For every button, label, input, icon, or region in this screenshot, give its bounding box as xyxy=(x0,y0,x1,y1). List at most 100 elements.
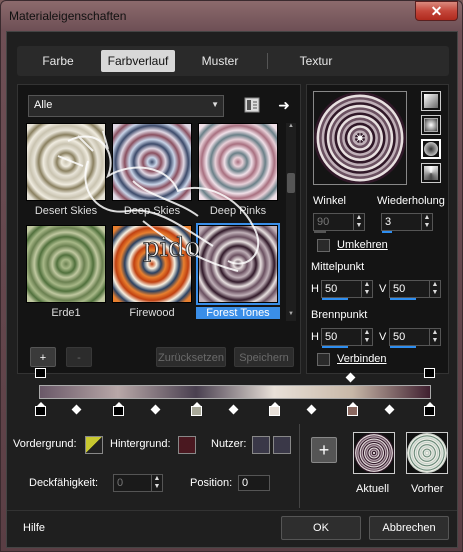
list-view-icon[interactable] xyxy=(244,97,260,113)
cancel-button[interactable]: Abbrechen xyxy=(369,516,449,540)
ok-button[interactable]: OK xyxy=(281,516,361,540)
tab-divider xyxy=(267,53,268,69)
brenn-v-slider[interactable] xyxy=(390,346,416,348)
color-stop[interactable] xyxy=(191,402,202,416)
mittel-v-slider[interactable] xyxy=(390,298,416,300)
rectangular-style-icon[interactable] xyxy=(421,115,441,135)
mittel-h-stepper[interactable]: 50 ▲ ▼ xyxy=(321,280,373,300)
winkel-value: 90 xyxy=(317,216,330,228)
color-midpoint[interactable] xyxy=(228,404,239,415)
opacity-stop-start[interactable] xyxy=(35,368,46,382)
background-swatch[interactable] xyxy=(178,436,196,454)
mittel-h-slider[interactable] xyxy=(322,298,348,300)
brenn-h-value: 50 xyxy=(325,331,338,343)
deckfahigkeit-label: Deckfähigkeit: xyxy=(29,477,99,489)
tab-textur[interactable]: Textur xyxy=(279,50,353,72)
save-gradient-button[interactable]: Speichern xyxy=(234,347,294,367)
spin-arrows-icon[interactable]: ▲ ▼ xyxy=(361,281,372,297)
winkel-label: Winkel xyxy=(313,195,347,207)
color-midpoint[interactable] xyxy=(150,404,161,415)
close-button[interactable]: ✕ xyxy=(415,1,458,21)
opacity-stop-end[interactable] xyxy=(424,368,435,382)
brenn-h-label: H xyxy=(311,331,319,343)
color-midpoint[interactable] xyxy=(384,404,395,415)
color-stop[interactable] xyxy=(113,402,124,416)
gradient-thumbnail-label: Forest Tones xyxy=(196,307,280,319)
spin-arrows-icon[interactable]: ▲ ▼ xyxy=(429,281,440,297)
mittel-v-label: V xyxy=(379,283,387,295)
dialog-client: Farbe Farbverlauf Muster Textur Alle ▼ ➜… xyxy=(6,31,458,548)
color-midpoint[interactable] xyxy=(306,404,317,415)
brenn-h-stepper[interactable]: 50 ▲ ▼ xyxy=(321,328,373,348)
wiederholung-value: 3 xyxy=(385,216,392,228)
title-bar[interactable]: Materialeigenschaften ✕ xyxy=(1,1,463,31)
wiederholung-slider[interactable] xyxy=(382,231,392,233)
add-to-swatches-button[interactable]: + xyxy=(311,437,337,463)
color-stop[interactable] xyxy=(35,402,46,416)
tab-muster[interactable]: Muster xyxy=(183,50,257,72)
wiederholung-stepper[interactable]: 3 ▲ ▼ xyxy=(381,213,433,233)
foreground-swatch[interactable] xyxy=(85,436,103,454)
deckfahigkeit-value: 0 xyxy=(117,477,124,489)
spin-arrows-icon[interactable]: ▲ ▼ xyxy=(421,214,432,230)
opacity-midpoint[interactable] xyxy=(345,372,356,383)
tab-strip: Farbe Farbverlauf Muster Textur xyxy=(17,46,449,76)
user-swatch-2[interactable] xyxy=(273,436,291,454)
user-swatch[interactable] xyxy=(252,436,270,454)
gradient-bar[interactable] xyxy=(39,385,431,399)
previous-preview[interactable] xyxy=(406,432,448,474)
gradient-ring xyxy=(372,451,376,455)
position-label: Position: xyxy=(190,477,233,489)
gradient-thumbnail-label: Firewood xyxy=(129,307,175,319)
winkel-slider[interactable] xyxy=(314,231,326,233)
angular-style-icon[interactable] xyxy=(421,163,441,183)
category-dropdown[interactable]: Alle ▼ xyxy=(28,95,224,117)
scrollbar-thumb[interactable] xyxy=(287,173,295,193)
radial-style-icon[interactable] xyxy=(421,139,441,159)
vordergrund-label: Vordergrund: xyxy=(13,438,77,450)
scroll-up-icon[interactable]: ▲ xyxy=(287,123,295,133)
color-stop[interactable] xyxy=(347,402,358,416)
verbinden-label: Verbinden xyxy=(337,353,387,365)
footer-divider xyxy=(7,510,457,511)
spin-arrows-icon[interactable]: ▲ ▼ xyxy=(151,475,162,491)
category-value: Alle xyxy=(34,99,53,111)
brenn-v-value: 50 xyxy=(393,331,406,343)
color-stop[interactable] xyxy=(269,402,280,416)
brennpunkt-label: Brennpunkt xyxy=(311,309,368,321)
tab-farbe[interactable]: Farbe xyxy=(23,50,93,72)
watermark-dragon: pido xyxy=(57,130,260,272)
hintergrund-label: Hintergrund: xyxy=(110,438,171,450)
window-title: Materialeigenschaften xyxy=(9,9,127,23)
color-stop[interactable] xyxy=(424,402,435,416)
nutzer-label: Nutzer: xyxy=(211,438,247,450)
color-midpoint[interactable] xyxy=(71,404,82,415)
arrow-right-icon[interactable]: ➜ xyxy=(276,97,292,113)
reset-button[interactable]: Zurücksetzen xyxy=(156,347,226,367)
brenn-h-slider[interactable] xyxy=(322,346,348,348)
help-link[interactable]: Hilfe xyxy=(23,522,45,534)
aktuell-label: Aktuell xyxy=(356,483,390,495)
add-gradient-button[interactable]: + xyxy=(30,347,56,367)
deckfahigkeit-stepper[interactable]: 0 ▲ ▼ xyxy=(113,474,163,492)
umkehren-label: Umkehren xyxy=(337,239,388,251)
spin-arrows-icon[interactable]: ▲ ▼ xyxy=(361,329,372,345)
verbinden-checkbox[interactable] xyxy=(317,353,330,366)
dialog-window: Materialeigenschaften ✕ Farbe Farbverlau… xyxy=(0,0,463,552)
remove-gradient-button[interactable]: - xyxy=(66,347,92,367)
watermark-text: pido xyxy=(143,233,200,263)
winkel-stepper[interactable]: 90 ▲ ▼ xyxy=(313,213,365,233)
scroll-down-icon[interactable]: ▼ xyxy=(287,311,295,321)
gradient-editor xyxy=(29,368,439,418)
linear-style-icon[interactable] xyxy=(421,91,441,111)
tab-farbverlauf[interactable]: Farbverlauf xyxy=(101,50,175,72)
gradient-preview[interactable]: ✳ xyxy=(313,91,407,185)
current-preview[interactable] xyxy=(353,432,395,474)
position-input[interactable]: 0 xyxy=(238,475,270,491)
mittel-v-stepper[interactable]: 50 ▲ ▼ xyxy=(389,280,441,300)
spin-arrows-icon[interactable]: ▲ ▼ xyxy=(353,214,364,230)
focal-point-icon[interactable]: ✳ xyxy=(354,130,366,146)
spin-arrows-icon[interactable]: ▲ ▼ xyxy=(429,329,440,345)
brenn-v-stepper[interactable]: 50 ▲ ▼ xyxy=(389,328,441,348)
umkehren-checkbox[interactable] xyxy=(317,239,330,252)
